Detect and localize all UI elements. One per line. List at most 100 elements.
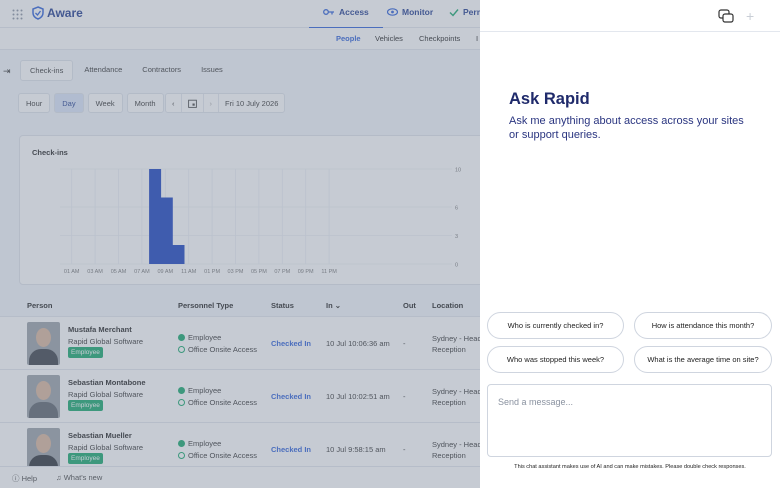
tab-issues[interactable]: Issues — [192, 60, 232, 81]
nav-access-label: Access — [339, 7, 369, 17]
range-month-button[interactable]: Month — [126, 93, 164, 113]
location-area: Reception — [432, 345, 466, 354]
nav-access[interactable]: Access — [309, 7, 383, 29]
check-in-time: 10 Jul 10:06:36 am — [326, 339, 390, 348]
chevron-left-icon: ‹ — [172, 98, 175, 108]
personnel-type-1: Employee — [178, 439, 221, 448]
x-tick-label: 07 PM — [274, 269, 290, 275]
whats-new-label: What's new — [63, 473, 103, 482]
ring-icon — [178, 346, 185, 353]
x-tick-label: 09 PM — [298, 269, 314, 275]
help-link[interactable]: ⓘ Help — [12, 473, 37, 484]
personnel-type-label: Employee — [188, 386, 222, 395]
status-link[interactable]: Checked In — [271, 392, 311, 401]
avatar — [27, 322, 60, 365]
eye-icon — [387, 8, 398, 16]
location-site: Sydney - Head — [432, 334, 480, 343]
status-badge: Employee — [68, 400, 103, 411]
date-navigator: ‹ › Fri 10 July 2026 — [165, 93, 286, 113]
suggestion-average-time[interactable]: What is the average time on site? — [634, 346, 772, 373]
col-personnel-type[interactable]: Personnel Type — [178, 301, 233, 310]
app-grid-icon[interactable] — [12, 9, 23, 20]
x-tick-label: 01 AM — [64, 269, 80, 275]
dot-icon — [178, 334, 185, 341]
ring-icon — [178, 399, 185, 406]
tab-attendance[interactable]: Attendance — [75, 60, 131, 81]
brand-name: Aware — [47, 6, 83, 20]
y-tick-label: 3 — [455, 234, 458, 240]
range-day-button[interactable]: Day — [54, 93, 84, 113]
personnel-type-label: Employee — [188, 333, 222, 342]
main-app: Aware Access Monitor Perm People Vehicle… — [0, 0, 480, 488]
new-chat-plus-icon[interactable]: + — [746, 8, 754, 24]
x-tick-label: 11 PM — [321, 269, 337, 275]
y-tick-label: 0 — [455, 263, 458, 269]
x-tick-label: 05 AM — [111, 269, 127, 275]
avatar-head — [36, 434, 51, 453]
table-row[interactable]: Sebastian Montabone Rapid Global Softwar… — [0, 369, 480, 422]
collapse-sidebar-icon[interactable]: ⇥ — [3, 66, 11, 77]
x-tick-label: 01 PM — [204, 269, 220, 275]
whats-new-link[interactable]: ♫ What's new — [56, 473, 102, 482]
suggestion-stopped[interactable]: Who was stopped this week? — [487, 346, 624, 373]
x-tick-label: 03 PM — [228, 269, 244, 275]
personnel-type-1: Employee — [178, 386, 221, 395]
personnel-type-2: Office Onsite Access — [178, 345, 257, 354]
status-link[interactable]: Checked In — [271, 339, 311, 348]
suggestion-checked-in[interactable]: Who is currently checked in? — [487, 312, 624, 339]
tab-contractors[interactable]: Contractors — [133, 60, 190, 81]
col-in-label: In — [326, 301, 333, 310]
avatar — [27, 375, 60, 418]
message-input[interactable] — [498, 397, 758, 407]
x-tick-label: 05 PM — [251, 269, 267, 275]
subnav-checkpoints[interactable]: Checkpoints — [419, 34, 460, 43]
check-out-time: - — [403, 392, 406, 401]
ai-disclaimer: This chat assistant makes use of AI and … — [514, 464, 746, 470]
status-link[interactable]: Checked In — [271, 445, 311, 454]
col-status[interactable]: Status — [271, 301, 294, 310]
personnel-type-1: Employee — [178, 333, 221, 342]
table-header: Person Personnel Type Status In ⌄ Out Lo… — [0, 297, 480, 315]
subnav-people[interactable]: People — [336, 34, 361, 43]
panel-title: Ask Rapid — [509, 90, 590, 108]
col-person[interactable]: Person — [27, 301, 52, 310]
footer-bar: ⓘ Help ♫ What's new — [0, 466, 480, 488]
location-site: Sydney - Head — [432, 387, 480, 396]
check-in-time: 10 Jul 10:02:51 am — [326, 392, 390, 401]
col-out[interactable]: Out — [403, 301, 416, 310]
y-tick-label: 6 — [455, 206, 458, 212]
person-name[interactable]: Sebastian Mueller — [68, 431, 132, 440]
tab-check-ins[interactable]: Check-ins — [20, 60, 74, 81]
top-nav: Aware Access Monitor Perm — [0, 0, 480, 29]
chat-history-icon[interactable] — [718, 9, 734, 23]
date-label[interactable]: Fri 10 July 2026 — [219, 94, 284, 112]
next-date-button[interactable]: › — [204, 94, 219, 112]
nav-permits-label: Perm — [463, 7, 480, 17]
range-toolbar: Hour Day Week Month — [18, 93, 164, 113]
range-hour-button[interactable]: Hour — [18, 93, 51, 113]
col-location[interactable]: Location — [432, 301, 463, 310]
nav-permits[interactable]: Perm — [449, 7, 480, 17]
calendar-button[interactable] — [182, 94, 204, 112]
table-row[interactable]: Mustafa Merchant Rapid Global Software E… — [0, 316, 480, 369]
person-company: Rapid Global Software — [68, 443, 144, 452]
subnav-vehicles[interactable]: Vehicles — [375, 34, 403, 43]
suggestion-attendance[interactable]: How is attendance this month? — [634, 312, 772, 339]
person-name[interactable]: Mustafa Merchant — [68, 325, 132, 334]
check-in-time: 10 Jul 9:58:15 am — [326, 445, 386, 454]
personnel-type-2: Office Onsite Access — [178, 451, 257, 460]
col-in[interactable]: In ⌄ — [326, 301, 341, 310]
nav-monitor[interactable]: Monitor — [387, 7, 433, 17]
chart-bar — [172, 245, 185, 264]
person-name[interactable]: Sebastian Montabone — [68, 378, 146, 387]
prev-date-button[interactable]: ‹ — [166, 94, 182, 112]
message-box[interactable] — [487, 384, 772, 457]
x-tick-label: 03 AM — [87, 269, 103, 275]
brand-logo[interactable]: Aware — [32, 6, 83, 20]
panel-subtitle: Ask me anything about access across your… — [509, 115, 744, 141]
chevron-down-icon: ⌄ — [334, 301, 342, 310]
subnav-more[interactable]: I — [476, 34, 478, 43]
range-week-button[interactable]: Week — [87, 93, 123, 113]
x-tick-label: 11 AM — [181, 269, 197, 275]
location: Sydney - Head Reception — [432, 439, 480, 461]
